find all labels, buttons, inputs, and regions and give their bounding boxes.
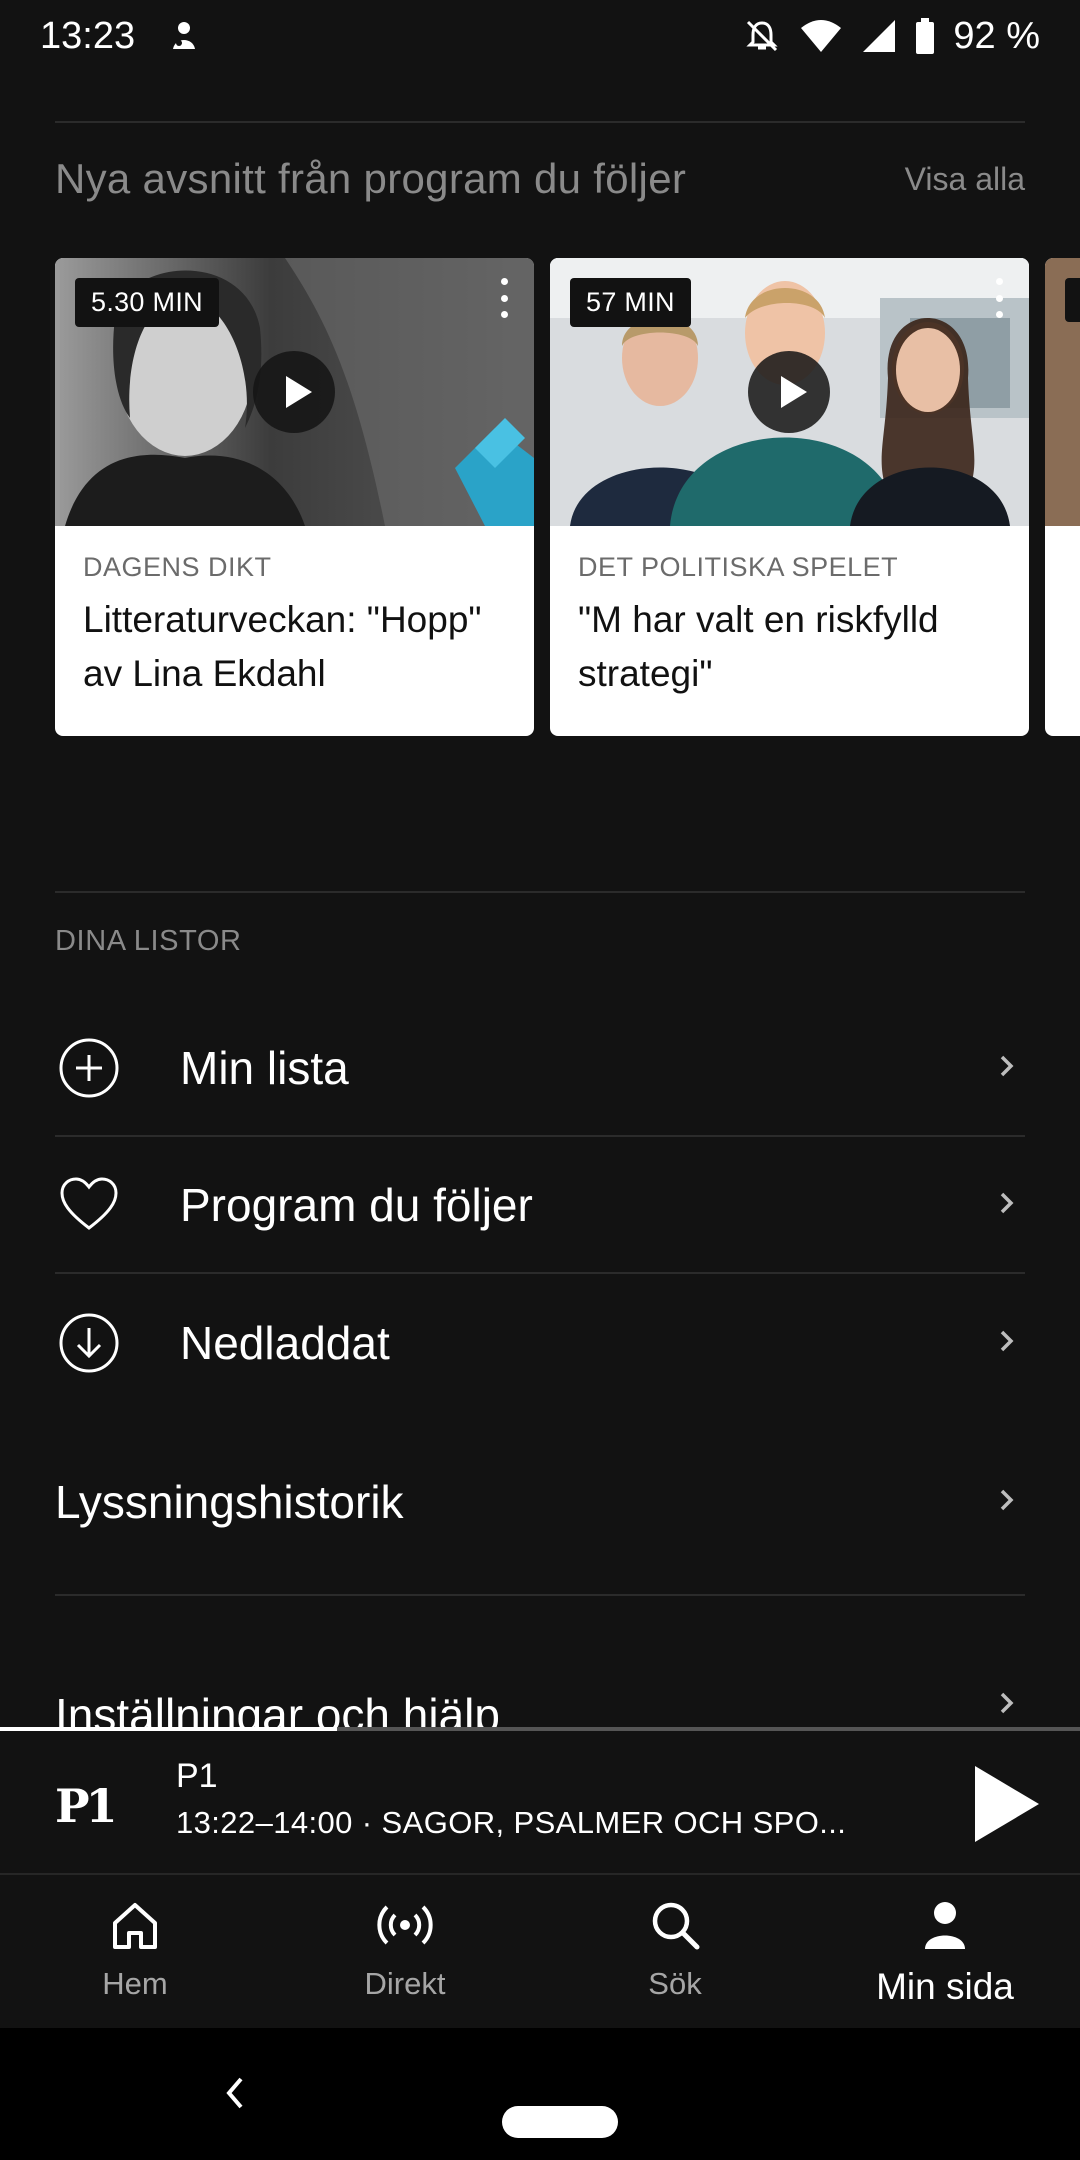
plus-circle-icon — [58, 1037, 120, 1099]
chevron-right-icon — [997, 1052, 1017, 1085]
link-label: Inställningar och hjälp — [55, 1689, 500, 1728]
home-pill-button[interactable] — [502, 2106, 618, 2138]
lists-label: DINA LISTOR — [55, 925, 242, 957]
new-episodes-header: Nya avsnitt från program du följer Visa … — [55, 155, 1025, 203]
nav-item-hem[interactable]: Hem — [0, 1875, 270, 2028]
section-title: Nya avsnitt från program du följer — [55, 155, 687, 202]
link-settings-help[interactable]: Inställningar och hjälp — [55, 1598, 1025, 1728]
divider — [55, 121, 1025, 123]
nav-label: Hem — [102, 1966, 168, 2001]
system-navigation-bar — [0, 2028, 1080, 2160]
episode-thumbnail: 57 MIN — [550, 258, 1029, 526]
heart-icon — [58, 1174, 120, 1236]
do-not-disturb-off-icon — [743, 17, 781, 55]
list-item-program-du-foljer[interactable]: Program du följer — [55, 1138, 1025, 1274]
episode-program: DET POLITISKA SPELET — [578, 552, 899, 582]
wifi-icon — [799, 18, 843, 54]
chevron-right-icon — [997, 1689, 1017, 1722]
play-icon[interactable] — [748, 351, 830, 433]
link-label: Lyssningshistorik — [55, 1476, 404, 1528]
episode-thumbnail — [1045, 258, 1080, 526]
live-icon — [375, 1897, 435, 1958]
chevron-right-icon — [997, 1486, 1017, 1519]
status-bar: 13:23 92 % — [0, 0, 1080, 72]
episode-carousel[interactable]: 5.30 MIN DAGENS DIKT Litteraturveckan: "… — [55, 258, 1080, 738]
episode-card[interactable]: 57 MIN DET POLITISKA SPELET "M har valt … — [550, 258, 1029, 736]
list-item-label: Nedladdat — [180, 1317, 390, 1369]
episode-title: Litteraturveckan: "Hopp" av Lina Ekdahl — [83, 599, 482, 694]
chevron-right-icon — [997, 1189, 1017, 1222]
nav-item-sok[interactable]: Sök — [540, 1875, 810, 2028]
list-item-min-lista[interactable]: Min lista — [55, 1001, 1025, 1137]
link-listening-history[interactable]: Lyssningshistorik — [55, 1410, 1025, 1596]
list-item-label: Program du följer — [180, 1179, 533, 1231]
duration-badge — [1065, 278, 1080, 322]
status-time: 13:23 — [40, 14, 136, 57]
home-icon — [107, 1897, 163, 1958]
nav-item-min-sida[interactable]: Min sida — [810, 1875, 1080, 2028]
episode-card[interactable]: 5.30 MIN DAGENS DIKT Litteraturveckan: "… — [55, 258, 534, 736]
notification-app-icon — [167, 19, 201, 53]
chevron-right-icon — [997, 1327, 1017, 1360]
nav-label: Direkt — [364, 1966, 446, 2001]
episode-title: "M har valt en riskfylld strategi" — [578, 599, 939, 694]
episode-program: DAGENS DIKT — [83, 552, 272, 582]
duration-badge: 57 MIN — [570, 278, 691, 327]
person-icon — [917, 1897, 973, 1958]
more-options-icon[interactable] — [498, 278, 510, 318]
channel-logo: P1 — [55, 1779, 118, 1833]
battery-icon — [915, 18, 935, 54]
search-icon — [647, 1897, 703, 1958]
list-item-nedladdat[interactable]: Nedladdat — [55, 1275, 1025, 1411]
list-item-label: Min lista — [180, 1042, 349, 1094]
play-icon[interactable] — [253, 351, 335, 433]
back-icon[interactable] — [226, 2076, 244, 2115]
episode-thumbnail: 5.30 MIN — [55, 258, 534, 526]
more-options-icon[interactable] — [993, 278, 1005, 318]
player-channel: P1 — [176, 1757, 218, 1795]
battery-percent: 92 % — [953, 14, 1040, 57]
nav-item-direkt[interactable]: Direkt — [270, 1875, 540, 2028]
see-all-link[interactable]: Visa alla — [905, 161, 1025, 198]
duration-badge: 5.30 MIN — [75, 278, 219, 327]
bottom-navigation: Hem Direkt Sök Min sida — [0, 1873, 1080, 2028]
mini-player[interactable]: P1 P1 13:22–14:00 · SAGOR, PSALMER OCH S… — [0, 1731, 1080, 1873]
nav-label: Sök — [648, 1966, 702, 2001]
download-icon — [58, 1312, 120, 1374]
divider — [55, 891, 1025, 893]
signal-icon — [861, 18, 897, 54]
episode-card-partial[interactable] — [1045, 258, 1080, 736]
play-icon[interactable] — [975, 1766, 1039, 1842]
nav-label: Min sida — [876, 1966, 1014, 2007]
player-now-playing: 13:22–14:00 · SAGOR, PSALMER OCH SPO... — [176, 1805, 847, 1840]
